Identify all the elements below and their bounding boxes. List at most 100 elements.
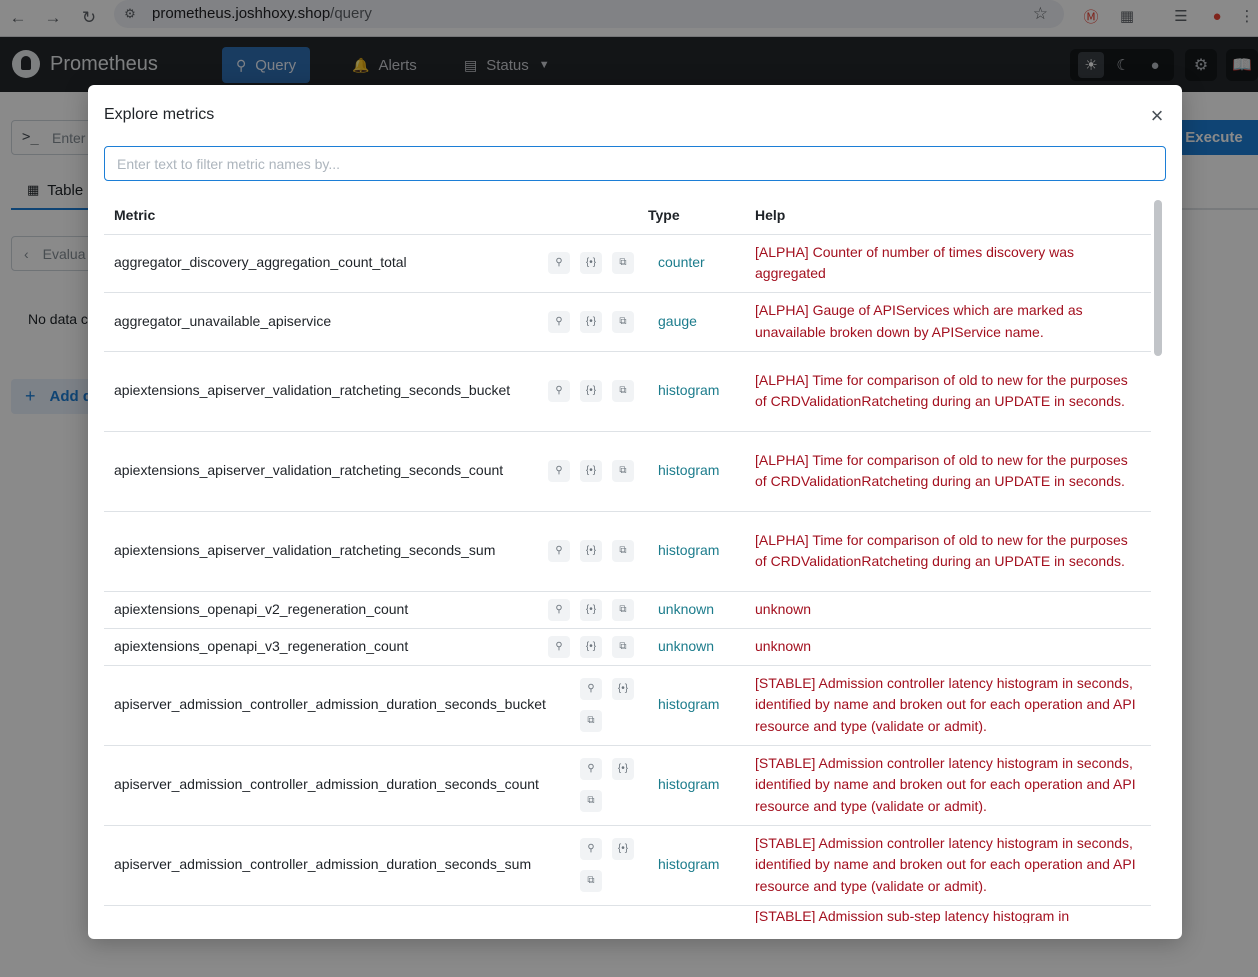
metric-actions: ⚲ {•} ⧉ [548, 252, 634, 274]
metric-filter-input[interactable] [104, 146, 1166, 181]
metric-actions: ⚲ {•} ⧉ [548, 380, 634, 402]
metric-cell: apiserver_admission_controller_admission… [104, 745, 644, 826]
metric-name[interactable]: apiserver_admission_controller_admission… [114, 854, 531, 876]
scrollbar-thumb[interactable] [1154, 200, 1162, 356]
metric-name[interactable]: apiserver_admission_controller_admission… [114, 694, 546, 716]
metric-type: unknown [644, 628, 750, 666]
metric-type: histogram [644, 665, 750, 746]
copy-icon[interactable]: ⧉ [612, 635, 634, 658]
metric-type: histogram [644, 351, 750, 432]
metric-help: [ALPHA] Time for comparison of old to ne… [750, 511, 1151, 592]
metric-name[interactable]: apiserver_admission_controller_admission… [114, 774, 539, 796]
table-row: apiserver_admission_controller_admission… [104, 825, 1151, 906]
copy-icon[interactable]: ⧉ [612, 310, 634, 333]
copy-icon[interactable]: ⧉ [612, 598, 634, 621]
table-scrollbar[interactable] [1154, 200, 1162, 922]
metric-cell-content: apiserver_admission_controller_admission… [114, 758, 644, 812]
metric-cell-content: aggregator_discovery_aggregation_count_t… [114, 252, 644, 274]
brackets-icon[interactable]: {•} [580, 460, 602, 482]
table-row: apiextensions_openapi_v2_regeneration_co… [104, 591, 1151, 629]
metric-name[interactable]: apiextensions_apiserver_validation_ratch… [114, 380, 510, 402]
metric-name[interactable]: aggregator_discovery_aggregation_count_t… [114, 252, 407, 274]
explore-metrics-modal: Explore metrics × Metric Type Help aggre… [88, 85, 1182, 939]
metric-actions: ⚲ {•} ⧉ [548, 540, 634, 562]
brackets-icon[interactable]: {•} [580, 635, 602, 658]
metric-cell: apiextensions_openapi_v3_regeneration_co… [104, 628, 644, 666]
column-header-type: Type [644, 197, 750, 235]
zoom-in-icon[interactable]: ⚲ [548, 540, 570, 562]
brackets-icon[interactable]: {•} [580, 252, 602, 274]
table-row: apiserver_admission_controller_admission… [104, 745, 1151, 826]
metric-cell: apiextensions_apiserver_validation_ratch… [104, 351, 644, 432]
metric-help: [STABLE] Admission sub-step latency hist… [750, 905, 1151, 923]
zoom-in-icon[interactable]: ⚲ [548, 380, 570, 402]
metric-help: [STABLE] Admission controller latency hi… [750, 665, 1151, 746]
zoom-in-icon[interactable]: ⚲ [548, 460, 570, 482]
metric-name[interactable]: apiextensions_apiserver_validation_ratch… [114, 540, 495, 562]
metric-type [644, 905, 750, 923]
metric-type: gauge [644, 292, 750, 352]
metric-cell: apiserver_admission_controller_admission… [104, 665, 644, 746]
metrics-table: Metric Type Help aggregator_discovery_ag… [104, 197, 1151, 923]
metric-cell-content: apiextensions_apiserver_validation_ratch… [114, 460, 644, 482]
metric-cell-content: aggregator_unavailable_apiservice ⚲ {•} ⧉ [114, 310, 644, 333]
metric-cell: aggregator_unavailable_apiservice ⚲ {•} ⧉ [104, 292, 644, 352]
table-row: apiextensions_apiserver_validation_ratch… [104, 351, 1151, 432]
metric-cell: apiserver_admission_controller_admission… [104, 825, 644, 906]
copy-icon[interactable]: ⧉ [580, 790, 602, 812]
copy-icon[interactable]: ⧉ [580, 870, 602, 892]
copy-icon[interactable]: ⧉ [612, 460, 634, 482]
brackets-icon[interactable]: {•} [612, 838, 634, 860]
metric-help: [ALPHA] Gauge of APIServices which are m… [750, 292, 1151, 352]
metric-cell-content: apiserver_admission_controller_admission… [114, 838, 644, 892]
brackets-icon[interactable]: {•} [580, 598, 602, 621]
zoom-in-icon[interactable]: ⚲ [580, 758, 602, 780]
close-icon[interactable]: × [1145, 103, 1169, 128]
column-header-metric: Metric [104, 197, 644, 235]
zoom-in-icon[interactable]: ⚲ [580, 838, 602, 860]
metric-help: [ALPHA] Time for comparison of old to ne… [750, 431, 1151, 512]
metric-cell-content: apiextensions_openapi_v3_regeneration_co… [114, 635, 644, 658]
copy-icon[interactable]: ⧉ [612, 252, 634, 274]
metric-help: unknown [750, 591, 1151, 629]
metric-help: unknown [750, 628, 1151, 666]
table-row: apiextensions_apiserver_validation_ratch… [104, 431, 1151, 512]
metric-name[interactable]: apiextensions_openapi_v3_regeneration_co… [114, 636, 408, 658]
zoom-in-icon[interactable]: ⚲ [548, 252, 570, 274]
brackets-icon[interactable]: {•} [580, 540, 602, 562]
metric-actions: ⚲ {•} ⧉ [580, 678, 634, 732]
metric-cell [104, 905, 644, 923]
metric-name[interactable]: apiextensions_openapi_v2_regeneration_co… [114, 599, 408, 621]
table-row: [STABLE] Admission sub-step latency hist… [104, 905, 1151, 923]
brackets-icon[interactable]: {•} [612, 678, 634, 700]
zoom-in-icon[interactable]: ⚲ [580, 678, 602, 700]
metric-help: [ALPHA] Counter of number of times disco… [750, 234, 1151, 293]
metrics-table-container: Metric Type Help aggregator_discovery_ag… [104, 197, 1151, 923]
column-header-help: Help [750, 197, 1151, 235]
metric-type: unknown [644, 591, 750, 629]
metric-actions: ⚲ {•} ⧉ [580, 838, 634, 892]
brackets-icon[interactable]: {•} [612, 758, 634, 780]
brackets-icon[interactable]: {•} [580, 310, 602, 333]
copy-icon[interactable]: ⧉ [612, 540, 634, 562]
copy-icon[interactable]: ⧉ [612, 380, 634, 402]
metric-help: [ALPHA] Time for comparison of old to ne… [750, 351, 1151, 432]
zoom-in-icon[interactable]: ⚲ [548, 598, 570, 621]
metric-type: histogram [644, 825, 750, 906]
metric-type: histogram [644, 745, 750, 826]
metric-help: [STABLE] Admission controller latency hi… [750, 745, 1151, 826]
metric-actions: ⚲ {•} ⧉ [548, 460, 634, 482]
metric-actions: ⚲ {•} ⧉ [548, 635, 634, 658]
metric-name[interactable]: apiextensions_apiserver_validation_ratch… [114, 460, 503, 482]
zoom-in-icon[interactable]: ⚲ [548, 635, 570, 658]
table-header-row: Metric Type Help [104, 197, 1151, 235]
metric-cell: aggregator_discovery_aggregation_count_t… [104, 234, 644, 293]
metric-name[interactable]: aggregator_unavailable_apiservice [114, 311, 331, 333]
metric-cell: apiextensions_apiserver_validation_ratch… [104, 511, 644, 592]
metric-actions: ⚲ {•} ⧉ [580, 758, 634, 812]
metric-cell-content: apiextensions_openapi_v2_regeneration_co… [114, 598, 644, 621]
copy-icon[interactable]: ⧉ [580, 710, 602, 732]
zoom-in-icon[interactable]: ⚲ [548, 310, 570, 333]
brackets-icon[interactable]: {•} [580, 380, 602, 402]
metric-type: histogram [644, 511, 750, 592]
